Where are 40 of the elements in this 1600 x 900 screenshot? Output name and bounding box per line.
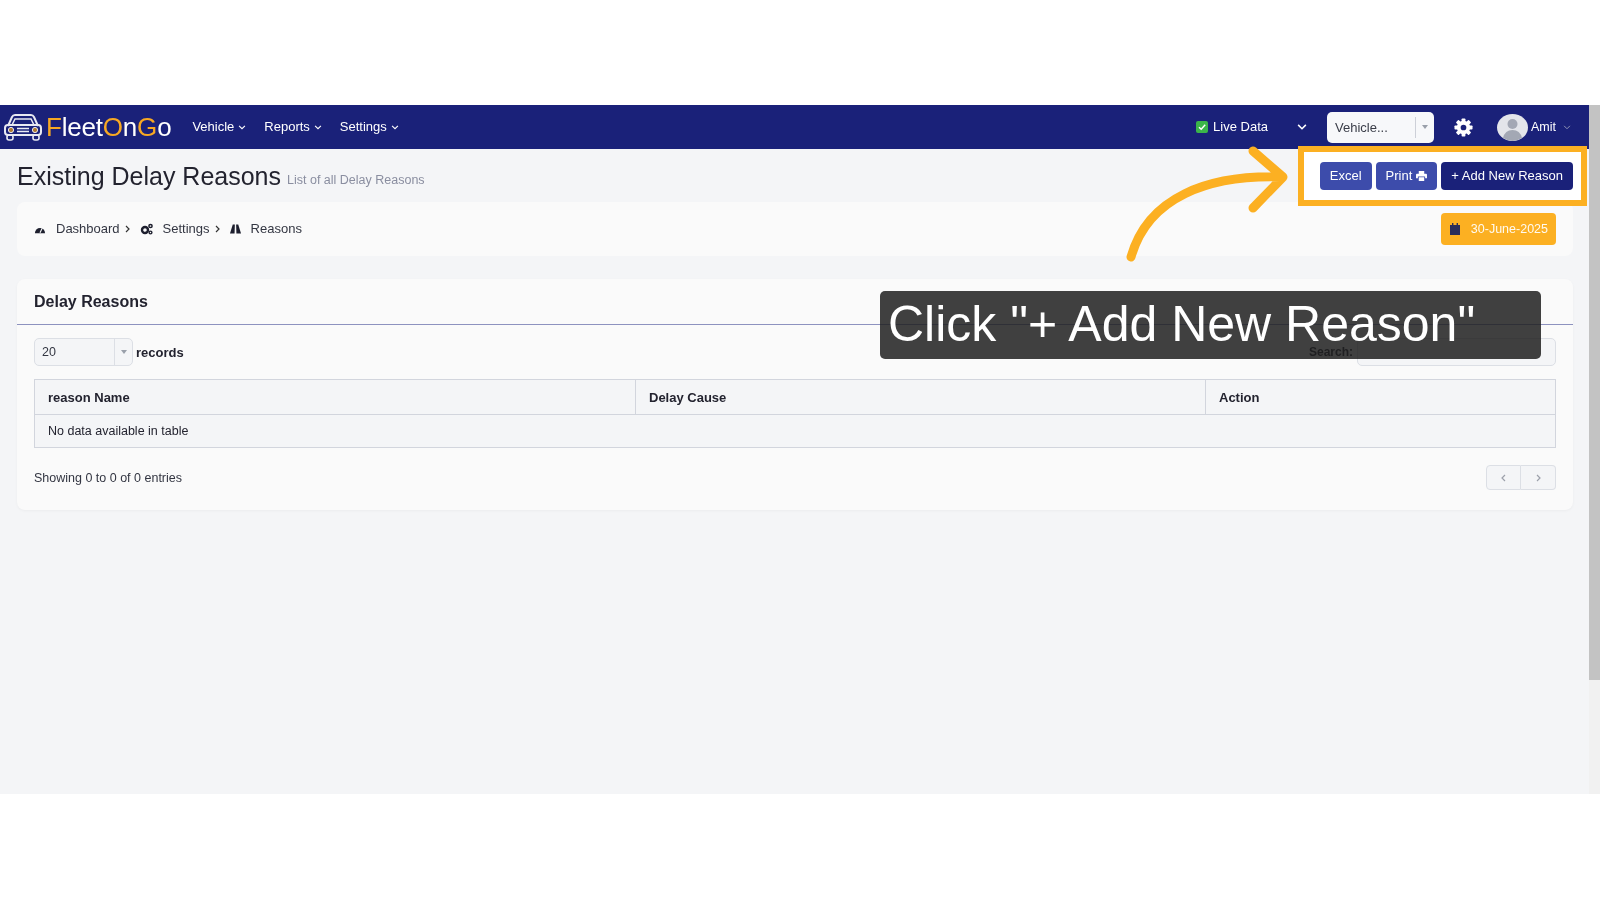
breadcrumb-link[interactable]: Settings xyxy=(162,221,210,237)
gears-icon xyxy=(139,223,153,235)
card-title: Delay Reasons xyxy=(34,292,148,311)
breadcrumb-link[interactable]: Dashboard xyxy=(56,221,120,237)
road-icon xyxy=(229,224,241,234)
caret-icon xyxy=(1422,125,1428,129)
column-header: Action xyxy=(1205,379,1556,415)
column-header: Delay Cause xyxy=(635,379,1206,415)
car-logo-icon xyxy=(3,112,43,142)
nav-menu-item[interactable]: Vehicle xyxy=(192,119,247,135)
chevron-right-icon xyxy=(124,225,130,233)
live-data-label: Live Data xyxy=(1213,119,1268,135)
avatar-icon[interactable] xyxy=(1497,113,1528,141)
breadcrumb-current: Reasons xyxy=(250,221,302,237)
scrollbar-thumb[interactable] xyxy=(1589,105,1600,680)
chevron-right-icon xyxy=(214,225,220,233)
page-subtitle: List of all Delay Reasons xyxy=(287,171,425,188)
column-header: reason Name xyxy=(34,379,636,415)
nav-menu-item[interactable]: Reports xyxy=(264,119,322,135)
page-length-label: records xyxy=(136,344,184,360)
vehicle-select[interactable]: Vehicle... xyxy=(1327,111,1434,143)
page-title: Existing Delay Reasons xyxy=(17,160,281,191)
chevron-down-icon xyxy=(390,124,399,130)
chevron-down-icon xyxy=(313,124,322,130)
chevron-down-icon xyxy=(238,124,247,130)
logo-text: FleetOnGo xyxy=(46,112,172,142)
chevron-left-icon xyxy=(1501,473,1506,482)
user-name[interactable]: Amit xyxy=(1531,119,1556,135)
page-length-select[interactable]: 20 xyxy=(34,338,133,366)
checkbox[interactable] xyxy=(1196,121,1209,133)
table-cell: No data available in table xyxy=(34,414,1556,448)
print-button[interactable]: Print xyxy=(1375,161,1438,190)
add-reason-button[interactable]: + Add New Reason xyxy=(1441,161,1573,190)
settings-icon[interactable] xyxy=(1454,117,1473,137)
chevron-right-icon xyxy=(1535,473,1541,482)
caret-icon xyxy=(121,350,127,354)
nav-menu-item[interactable]: Settings xyxy=(339,119,399,135)
printer-icon xyxy=(1416,170,1428,181)
table-info: Showing 0 to 0 of 0 entries xyxy=(34,470,182,485)
calendar-icon xyxy=(1449,223,1460,235)
